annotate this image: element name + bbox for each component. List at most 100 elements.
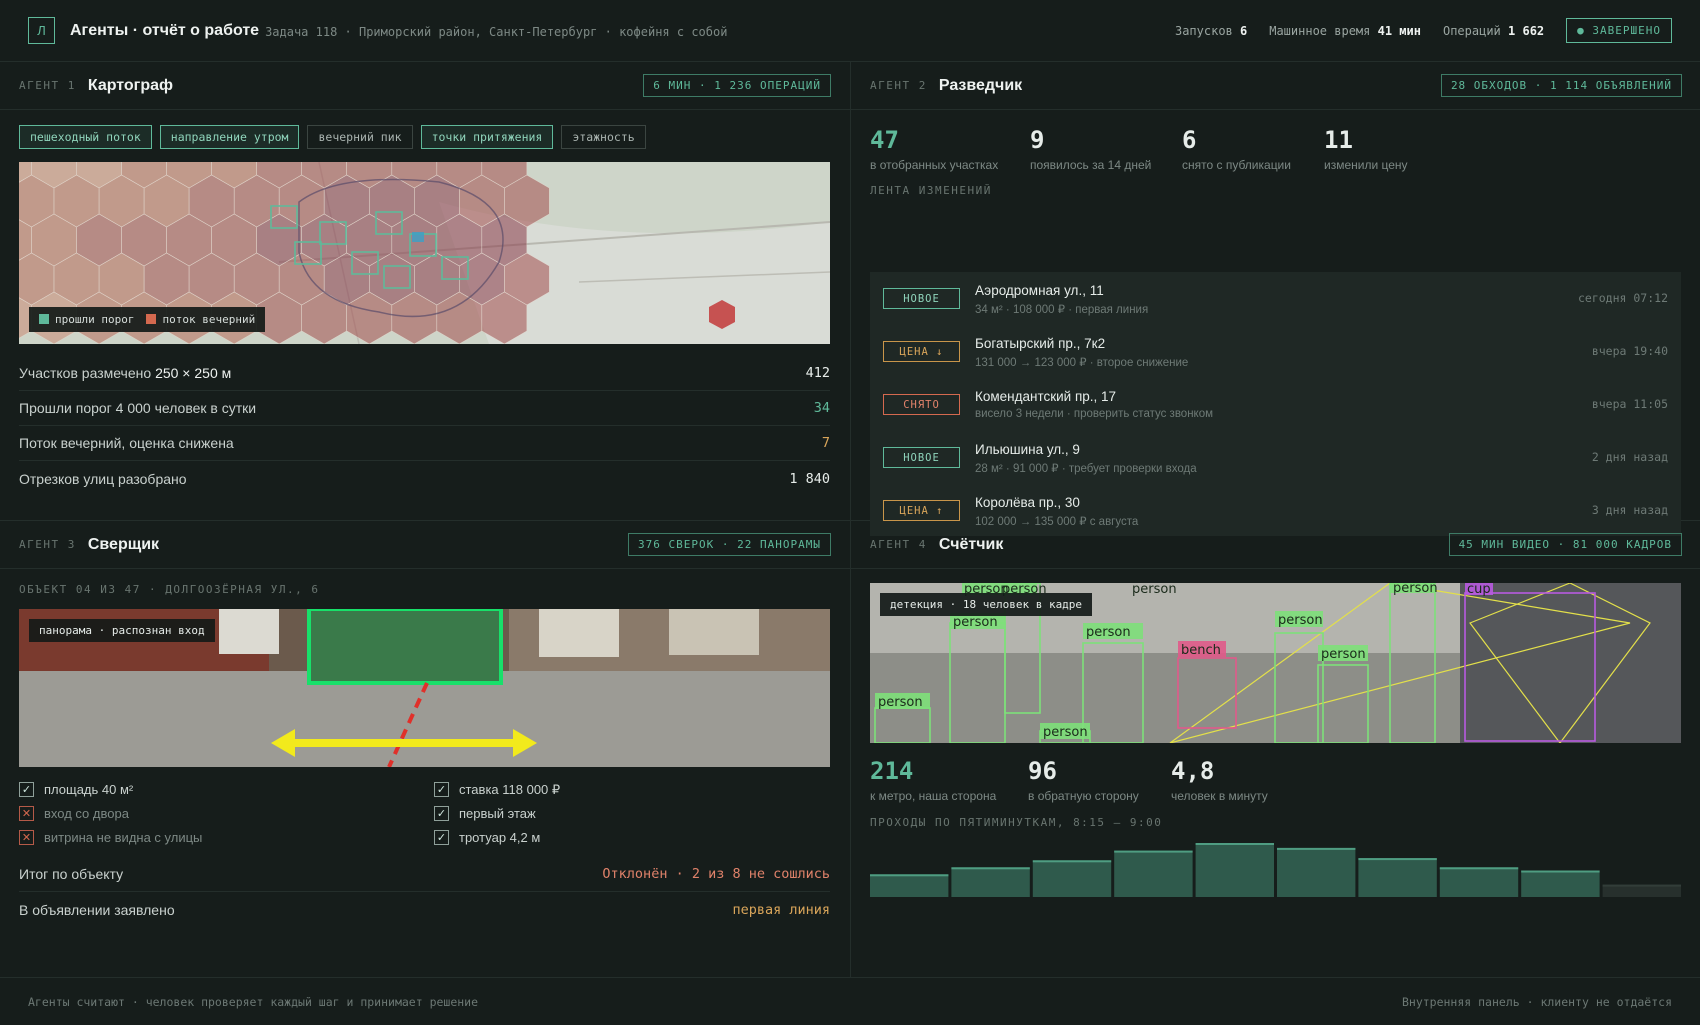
claimed-row: В объявлении заявлено первая линия xyxy=(19,892,830,927)
agent-number: АГЕНТ 2 xyxy=(870,79,927,92)
stat-row-streets: Отрезков улиц разобрано 1 840 xyxy=(19,461,830,496)
feed-tag: НОВОЕ xyxy=(883,288,960,309)
agent-badge: 28 ОБХОДОВ · 1 114 ОБЪЯВЛЕНИЙ xyxy=(1440,74,1682,97)
passes-bar-chart xyxy=(870,843,1681,897)
count-to-metro: 214 к метро, наша сторона xyxy=(870,757,997,803)
feed-address: Ильюшина ул., 9 xyxy=(975,442,1080,457)
scout-panel: АГЕНТ 2 Разведчик 28 ОБХОДОВ · 1 114 ОБЪ… xyxy=(851,62,1700,536)
cartographer-header: АГЕНТ 1 Картограф 6 МИН · 1 236 ОПЕРАЦИЙ xyxy=(0,62,850,110)
feed-address: Богатырский пр., 7к2 xyxy=(975,336,1106,351)
chip-pedestrian-flow[interactable]: пешеходный поток xyxy=(19,125,152,149)
feed-time: сегодня 07:12 xyxy=(1577,291,1668,305)
status-badge: ● ЗАВЕРШЕНО xyxy=(1566,18,1672,43)
check-sidewalk[interactable]: ✓ тротуар 4,2 м xyxy=(434,828,830,847)
bar-8:30 xyxy=(1114,850,1193,897)
legend-threshold: прошли порог xyxy=(39,313,134,326)
detection-video[interactable]: person person person person person perso… xyxy=(870,583,1681,743)
detection-label: cup xyxy=(1467,583,1491,597)
chip-floors[interactable]: этажность xyxy=(561,125,646,149)
count-per-minute: 4,8 человек в минуту xyxy=(1171,757,1268,803)
claimed-label: В объявлении заявлено xyxy=(19,901,175,918)
chart-title: ПРОХОДЫ ПО ПЯТИМИНУТКАМ, 8:15 — 9:00 xyxy=(870,816,1163,829)
bar-8:15 xyxy=(870,874,949,897)
checkbox-failed-icon: ✕ xyxy=(19,830,34,845)
map-legend: прошли порог поток вечерний xyxy=(29,307,266,332)
detection-label: person xyxy=(1321,647,1366,662)
check-yard-entrance[interactable]: ✕ вход со двора xyxy=(19,804,434,823)
task-info: Задача 118 · Приморский район, Санкт-Пет… xyxy=(265,25,728,39)
feed-item[interactable]: НОВОЕ Аэродромная ул., 11 34 м² · 108 00… xyxy=(870,272,1681,325)
scout-kpis: 47 в отобранных участках 9 появилось за … xyxy=(870,126,1484,172)
bar-cap-8:20 xyxy=(951,867,1030,870)
footer-disclaimer: Внутренняя панель · клиенту не отдаётся xyxy=(1401,994,1672,1009)
stat-runs: Запусков 6 xyxy=(1174,23,1248,38)
bar-8:45 xyxy=(1358,858,1437,897)
feed-item[interactable]: СНЯТО Комендантский пр., 17 висело 3 нед… xyxy=(870,378,1681,431)
bar-cap-8:45 xyxy=(1358,858,1437,861)
footer: Агенты считают · человек проверяет кажды… xyxy=(0,977,1700,1025)
check-area[interactable]: ✓ площадь 40 м² xyxy=(19,780,434,799)
chip-morning-direction[interactable]: направление утром xyxy=(159,125,300,149)
feed-time: вчера 11:05 xyxy=(1591,397,1668,411)
scout-header: АГЕНТ 2 Разведчик 28 ОБХОДОВ · 1 114 ОБЪ… xyxy=(851,62,1700,110)
heat-map[interactable]: прошли порог поток вечерний xyxy=(19,162,830,344)
feed-details: 34 м² · 108 000 ₽ · первая линия xyxy=(975,304,1149,316)
feed-details: 131 000 → 123 000 ₽ · второе снижение xyxy=(975,357,1189,369)
claimed-value: первая линия xyxy=(732,901,830,918)
page-title: Агенты · отчёт о работе xyxy=(70,21,260,39)
agent-name: Картограф xyxy=(87,76,174,94)
bar-8:55 xyxy=(1521,870,1600,897)
chip-evening-peak[interactable]: вечерний пик xyxy=(307,125,413,149)
legend-swatch-red xyxy=(146,314,157,324)
agent-badge: 6 МИН · 1 236 ОПЕРАЦИЙ xyxy=(643,74,831,97)
stat-value: 1 840 xyxy=(789,470,830,487)
kpi-price-changed: 11 изменили цену xyxy=(1324,126,1408,172)
agent-name: Счётчик xyxy=(938,535,1004,553)
feed-address: Аэродромная ул., 11 xyxy=(975,283,1104,298)
agent-name: Сверщик xyxy=(87,535,160,553)
checkbox-checked-icon: ✓ xyxy=(434,782,449,797)
checkbox-checked-icon: ✓ xyxy=(434,806,449,821)
kpi-removed: 6 снято с публикации xyxy=(1182,126,1291,172)
result-label: Итог по объекту xyxy=(19,866,124,882)
object-label: ОБЪЕКТ 04 ИЗ 47 · ДОЛГООЗЁРНАЯ УЛ., 6 xyxy=(19,583,320,596)
panorama-photo[interactable]: панорама · распознан вход xyxy=(19,609,830,767)
feed-item[interactable]: ЦЕНА ↓ Богатырский пр., 7к2 131 000 → 12… xyxy=(870,325,1681,378)
count-opposite: 96 в обратную сторону xyxy=(1028,757,1139,803)
agent-badge: 376 СВЕРОК · 22 ПАНОРАМЫ xyxy=(628,533,831,556)
detection-label: person xyxy=(1132,583,1177,597)
run-stats: Запусков 6 Машинное время 41 мин Операци… xyxy=(1175,18,1672,43)
feed-time: 3 дня назад xyxy=(1591,503,1668,517)
feed-time: 2 дня назад xyxy=(1591,450,1668,464)
kpi-selected: 47 в отобранных участках xyxy=(870,126,999,172)
bar-8:20 xyxy=(951,867,1030,897)
app-logo: Л xyxy=(28,17,55,44)
layer-chips: пешеходный поток направление утром вечер… xyxy=(19,125,646,149)
chip-attraction-points[interactable]: точки притяжения xyxy=(420,125,554,149)
legend-evening: поток вечерний xyxy=(146,313,255,326)
cartographer-panel: АГЕНТ 1 Картограф 6 МИН · 1 236 ОПЕРАЦИЙ… xyxy=(0,62,850,520)
feed-item[interactable]: НОВОЕ Ильюшина ул., 9 28 м² · 91 000 ₽ ·… xyxy=(870,431,1681,484)
check-first-floor[interactable]: ✓ первый этаж xyxy=(434,804,830,823)
check-storefront[interactable]: ✕ витрина не видна с улицы xyxy=(19,828,434,847)
agent-badge: 45 МИН ВИДЕО · 81 000 КАДРОВ xyxy=(1448,533,1682,556)
feed-address: Королёва пр., 30 xyxy=(975,495,1080,510)
stat-row-threshold: Прошли порог 4 000 человек в сутки 34 xyxy=(19,391,830,426)
bar-cap-8:15 xyxy=(870,874,949,877)
detection-label: person xyxy=(878,695,923,710)
kpi-new: 9 появилось за 14 дней xyxy=(1030,126,1152,172)
detection-label: person xyxy=(1086,625,1131,640)
passage-counts: 214 к метро, наша сторона 96 в обратную … xyxy=(870,757,1329,803)
bar-8:40 xyxy=(1277,847,1356,897)
counter-panel: АГЕНТ 4 Счётчик 45 МИН ВИДЕО · 81 000 КА… xyxy=(851,521,1700,977)
bar-cap-8:55 xyxy=(1521,870,1600,873)
top-bar: Л Агенты · отчёт о работе Задача 118 · П… xyxy=(0,0,1700,62)
check-rate[interactable]: ✓ ставка 118 000 ₽ xyxy=(434,780,830,799)
checkbox-checked-icon: ✓ xyxy=(434,830,449,845)
stat-label: Прошли порог 4 000 человек в сутки xyxy=(19,400,257,416)
feed-tag: НОВОЕ xyxy=(883,447,960,468)
reconciler-header: АГЕНТ 3 Сверщик 376 СВЕРОК · 22 ПАНОРАМЫ xyxy=(0,521,850,569)
bar-8:50 xyxy=(1439,867,1519,897)
stat-label: Участков размечено 250 × 250 м xyxy=(19,365,232,381)
agent-number: АГЕНТ 3 xyxy=(19,538,76,551)
